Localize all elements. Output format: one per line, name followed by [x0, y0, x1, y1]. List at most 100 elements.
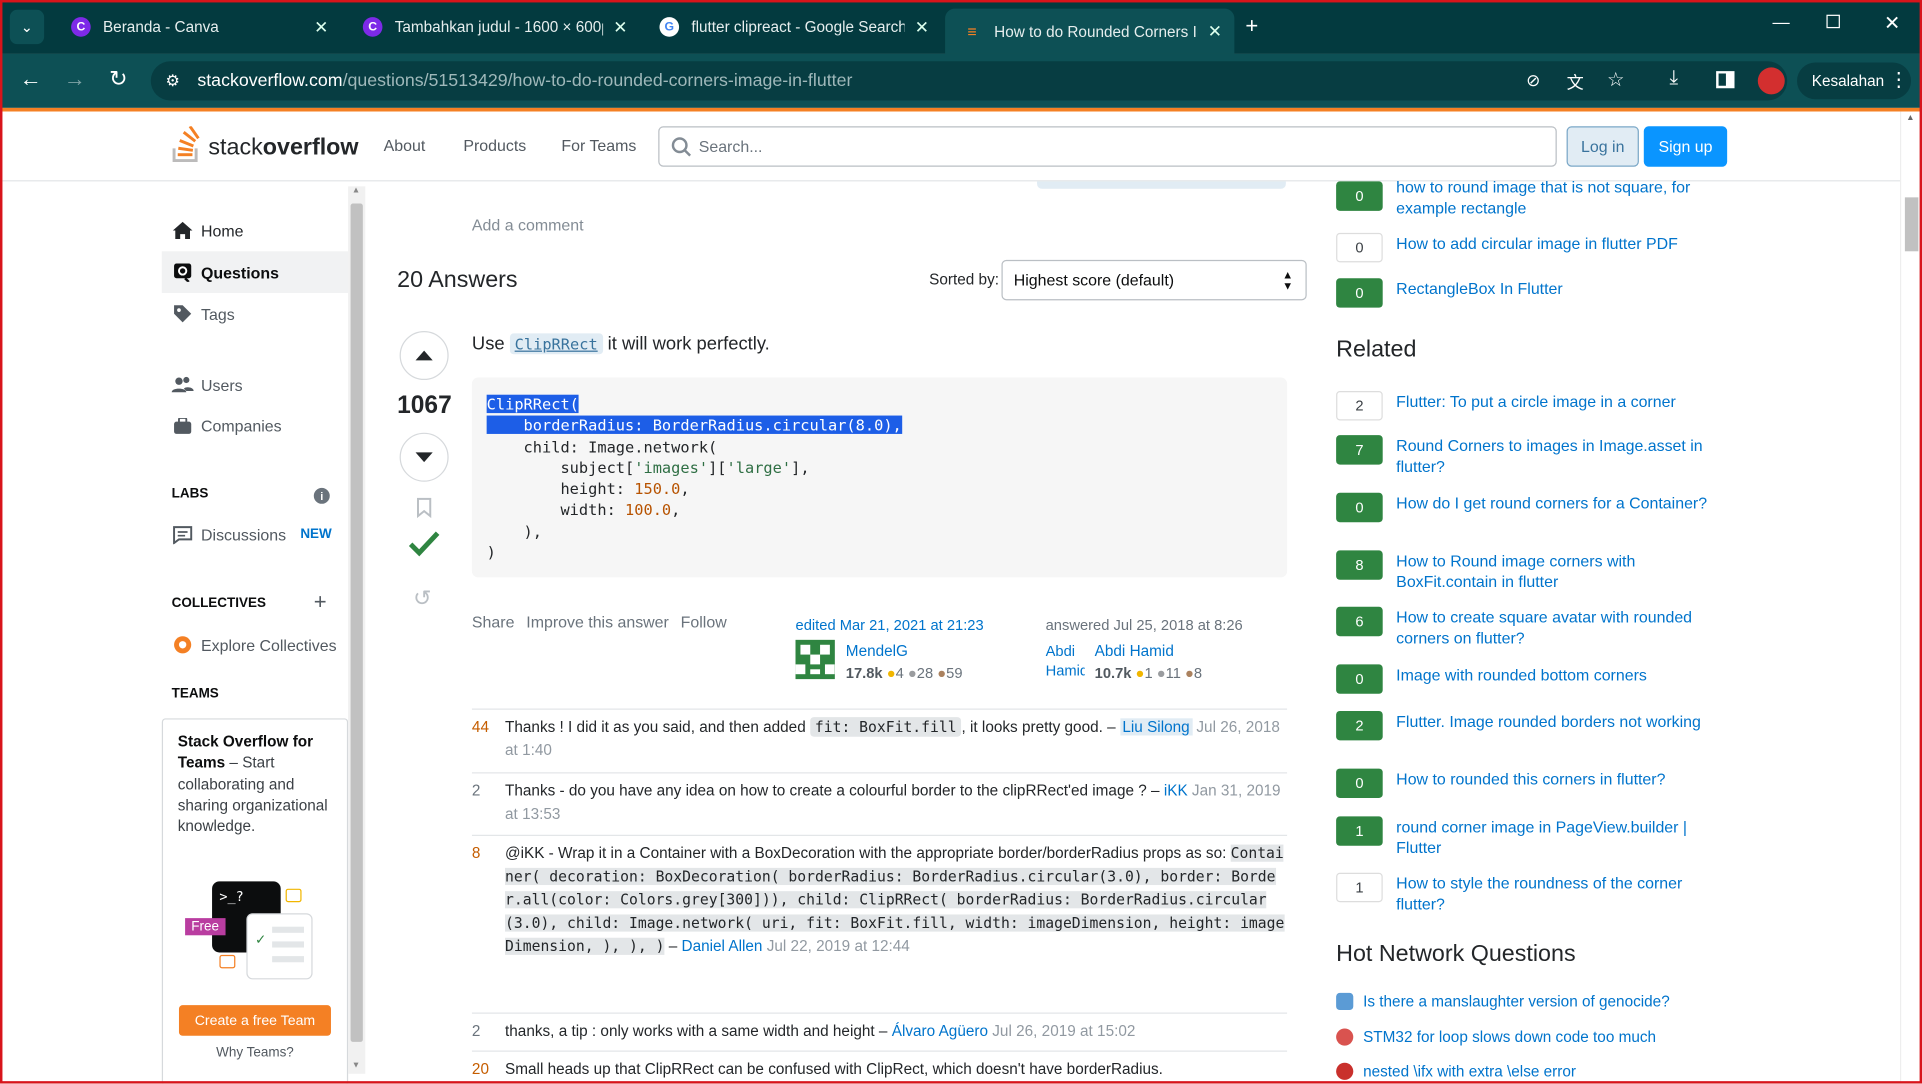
hot-network-question[interactable]: nested \ifx with extra \else error: [1336, 1062, 1576, 1080]
question-link[interactable]: Flutter. Image rounded borders not worki…: [1396, 711, 1715, 740]
browser-tab[interactable]: C Tambahkan judul - 1600 × 600px ✕: [346, 9, 640, 46]
related-question[interactable]: 2 Flutter. Image rounded borders not work…: [1336, 710, 1728, 741]
edited-timestamp[interactable]: edited Mar 21, 2021 at 21:23: [796, 617, 984, 634]
close-tab-icon[interactable]: ✕: [915, 17, 929, 38]
editor-name[interactable]: MendelG: [846, 642, 908, 659]
comment-user[interactable]: iKK: [1164, 782, 1188, 799]
translate-icon[interactable]: 文: [1567, 70, 1584, 95]
address-bar[interactable]: ⚙ stackoverflow.com/questions/51513429/h…: [150, 61, 1788, 101]
sidebar-scroll-thumb[interactable]: [350, 203, 363, 1042]
scroll-up-icon[interactable]: ▲: [1906, 114, 1915, 123]
linked-question[interactable]: 0 How to add circular image in flutter PD…: [1336, 232, 1728, 263]
sidebar-item-questions[interactable]: Questions: [161, 251, 349, 293]
sidebar-item-companies[interactable]: Companies: [172, 417, 282, 435]
sidebar-item-users[interactable]: Users: [171, 375, 243, 395]
related-question[interactable]: 1 round corner image in PageView.builder …: [1336, 816, 1728, 858]
close-tab-icon[interactable]: ✕: [1208, 21, 1222, 42]
related-question[interactable]: 8 How to Round image corners with BoxFit.…: [1336, 550, 1728, 592]
sidebar-item-discussions[interactable]: Discussions: [172, 526, 286, 545]
search-input[interactable]: Search...: [658, 126, 1557, 167]
related-question[interactable]: 0 How do I get round corners for a Contai…: [1336, 492, 1728, 523]
question-link[interactable]: how to round image that is not square, f…: [1396, 177, 1715, 219]
sidebar-item-home[interactable]: Home: [172, 221, 244, 241]
question-link[interactable]: How to create square avatar with rounded…: [1396, 607, 1715, 649]
editor-avatar[interactable]: [795, 639, 835, 680]
nav-products[interactable]: Products: [463, 136, 526, 154]
site-info-icon[interactable]: ⚙: [165, 71, 179, 91]
browser-tab-active[interactable]: ≡ How to do Rounded Corners Image in Flu…: [945, 8, 1235, 54]
related-question[interactable]: 6 How to create square avatar with rounde…: [1336, 606, 1728, 649]
menu-dots-icon[interactable]: ⋮: [1889, 67, 1909, 92]
question-link[interactable]: Image with rounded bottom corners: [1396, 664, 1715, 693]
bookmark-star-icon[interactable]: ☆: [1607, 67, 1625, 92]
plus-icon[interactable]: +: [314, 590, 327, 616]
download-icon[interactable]: ⤓: [1670, 67, 1679, 89]
question-link[interactable]: Flutter: To put a circle image in a corn…: [1396, 391, 1715, 420]
close-window-icon[interactable]: ✕: [1884, 11, 1900, 36]
browser-tab[interactable]: C Beranda - Canva ✕: [54, 9, 341, 46]
hnq-title[interactable]: STM32 for loop slows down code too much: [1363, 1028, 1656, 1045]
upvote-button[interactable]: [399, 330, 449, 380]
back-icon[interactable]: ←: [20, 66, 42, 92]
nav-about[interactable]: About: [384, 136, 426, 154]
comment-user[interactable]: Daniel Allen: [682, 938, 763, 955]
tab-search-icon[interactable]: ⌄: [9, 9, 45, 45]
eye-off-icon[interactable]: ⊘: [1526, 70, 1540, 91]
related-question[interactable]: 1 How to style the roundness of the corne…: [1336, 872, 1728, 915]
question-link[interactable]: RectangleBox In Flutter: [1396, 278, 1715, 307]
linked-question[interactable]: 0 how to round image that is not square, …: [1336, 177, 1728, 219]
question-link[interactable]: How do I get round corners for a Contain…: [1396, 493, 1715, 522]
hot-network-question[interactable]: STM32 for loop slows down code too much: [1336, 1028, 1656, 1046]
hnq-title[interactable]: Is there a manslaughter version of genoc…: [1363, 993, 1670, 1010]
question-link[interactable]: Round Corners to images in Image.asset i…: [1396, 435, 1715, 477]
question-link[interactable]: round corner image in PageView.builder |…: [1396, 816, 1715, 858]
forward-icon[interactable]: →: [64, 66, 86, 92]
side-panel-icon[interactable]: [1716, 71, 1735, 89]
follow-link[interactable]: Follow: [681, 613, 727, 631]
reload-icon[interactable]: ↻: [109, 66, 128, 92]
page-scrollbar[interactable]: ▲: [1899, 111, 1922, 1084]
cliprrect-link[interactable]: ClipRRect: [509, 333, 603, 355]
improve-answer-link[interactable]: Improve this answer: [526, 613, 669, 631]
linked-question[interactable]: 0 RectangleBox In Flutter: [1336, 278, 1728, 308]
history-icon[interactable]: ↺: [413, 586, 432, 612]
sidebar-item-explore-collectives[interactable]: Explore Collectives: [172, 635, 337, 655]
create-team-button[interactable]: Create a free Team: [178, 1005, 331, 1036]
close-tab-icon[interactable]: ✕: [613, 17, 627, 38]
downvote-button[interactable]: [399, 432, 449, 482]
author-name[interactable]: Abdi Hamid: [1095, 642, 1174, 659]
related-question[interactable]: 0 Image with rounded bottom corners: [1336, 664, 1728, 694]
question-link[interactable]: How to add circular image in flutter PDF: [1396, 233, 1715, 262]
why-teams-link[interactable]: Why Teams?: [163, 1046, 347, 1061]
add-comment-link[interactable]: Add a comment: [472, 216, 584, 234]
bookmark-icon[interactable]: [416, 497, 433, 525]
question-link[interactable]: How to Round image corners with BoxFit.c…: [1396, 550, 1715, 592]
question-link[interactable]: How to rounded this corners in flutter?: [1396, 769, 1715, 798]
scroll-up-icon[interactable]: ▲: [352, 186, 361, 195]
nav-for-teams[interactable]: For Teams: [561, 136, 636, 154]
related-question[interactable]: 0 How to rounded this corners in flutter?: [1336, 768, 1728, 798]
scroll-down-icon[interactable]: ▼: [352, 1062, 361, 1071]
so-logo[interactable]: stackoverflow: [172, 126, 368, 168]
signup-button[interactable]: Sign up: [1643, 126, 1728, 167]
share-link[interactable]: Share: [472, 613, 515, 631]
author-avatar[interactable]: Abdi Hamid: [1046, 641, 1085, 680]
maximize-icon[interactable]: [1826, 14, 1840, 29]
minimize-icon[interactable]: —: [1773, 12, 1790, 32]
page-scroll-thumb[interactable]: [1904, 197, 1919, 252]
new-tab-icon[interactable]: +: [1245, 13, 1258, 39]
browser-tab[interactable]: G flutter clipreact - Google Search ✕: [642, 9, 941, 46]
login-button[interactable]: Log in: [1566, 126, 1639, 167]
related-question[interactable]: 2 Flutter: To put a circle image in a cor…: [1336, 391, 1728, 421]
hot-network-question[interactable]: Is there a manslaughter version of genoc…: [1336, 992, 1670, 1011]
question-link[interactable]: How to style the roundness of the corner…: [1396, 873, 1715, 915]
related-question[interactable]: 7 Round Corners to images in Image.asset …: [1336, 435, 1728, 477]
sidebar-item-tags[interactable]: Tags: [172, 304, 235, 324]
close-tab-icon[interactable]: ✕: [314, 17, 328, 38]
hnq-title[interactable]: nested \ifx with extra \else error: [1363, 1063, 1576, 1080]
comment-user[interactable]: Liu Silong: [1119, 718, 1193, 736]
sort-select[interactable]: Highest score (default) ▲ ▼: [1001, 259, 1307, 301]
profile-avatar[interactable]: [1757, 67, 1785, 95]
comment-user[interactable]: Álvaro Agüero: [892, 1022, 988, 1039]
info-icon[interactable]: i: [313, 487, 330, 504]
